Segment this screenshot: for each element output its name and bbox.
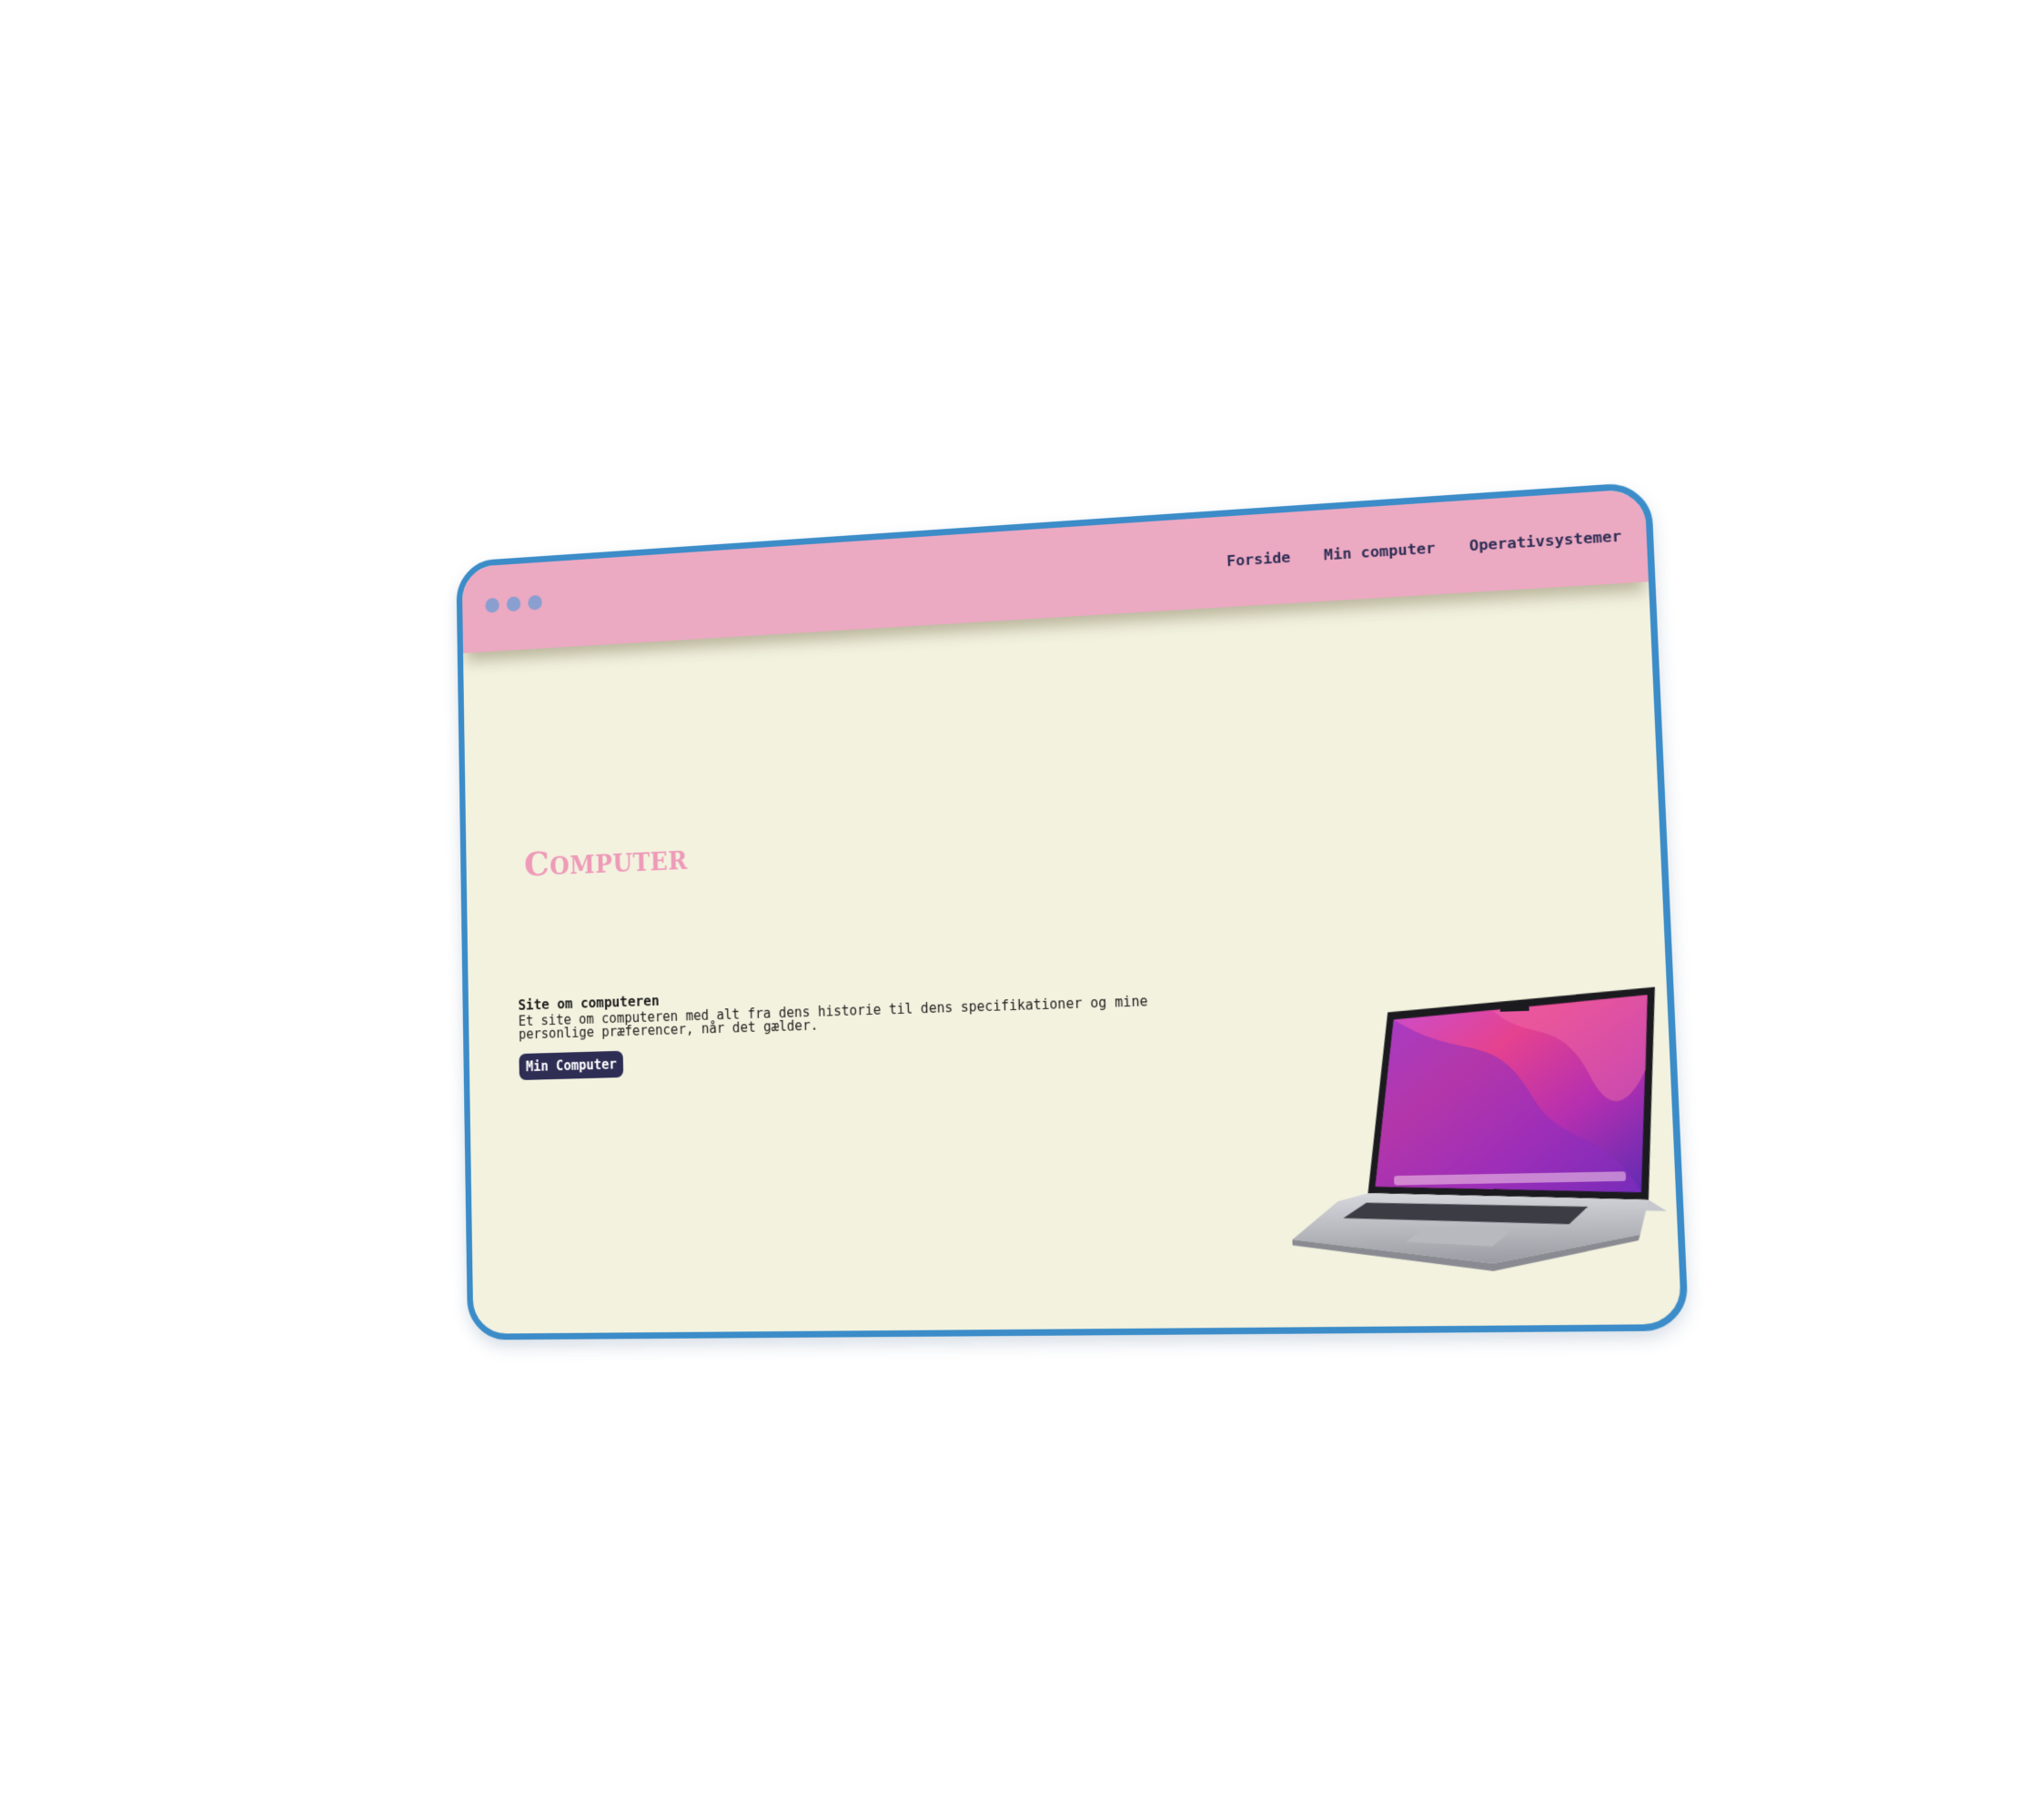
intro-section: Site om computeren Et site om computeren… [518,976,1184,1080]
nav-link-forside[interactable]: Forside [1226,549,1291,570]
window-controls [485,595,542,613]
nav-link-operativsystemer[interactable]: Operativsystemer [1469,527,1622,554]
stage: Forside Min computer Operativsystemer Ko… [0,0,2038,1820]
device-frame: Forside Min computer Operativsystemer Ko… [456,481,1689,1340]
window-dot-icon[interactable] [507,596,521,612]
min-computer-button[interactable]: Min Computer [519,1051,623,1080]
window-dot-icon[interactable] [528,595,542,611]
navbar: Forside Min computer Operativsystemer Ko… [462,489,1649,653]
laptop-icon [1246,983,1680,1276]
nav-link-kontakt[interactable]: Kom [1656,523,1686,543]
window-dot-icon[interactable] [485,598,499,613]
hero-title: Computer [524,837,688,884]
main-nav: Forside Min computer Operativsystemer Ko… [1226,523,1686,570]
nav-link-min-computer[interactable]: Min computer [1324,540,1436,564]
